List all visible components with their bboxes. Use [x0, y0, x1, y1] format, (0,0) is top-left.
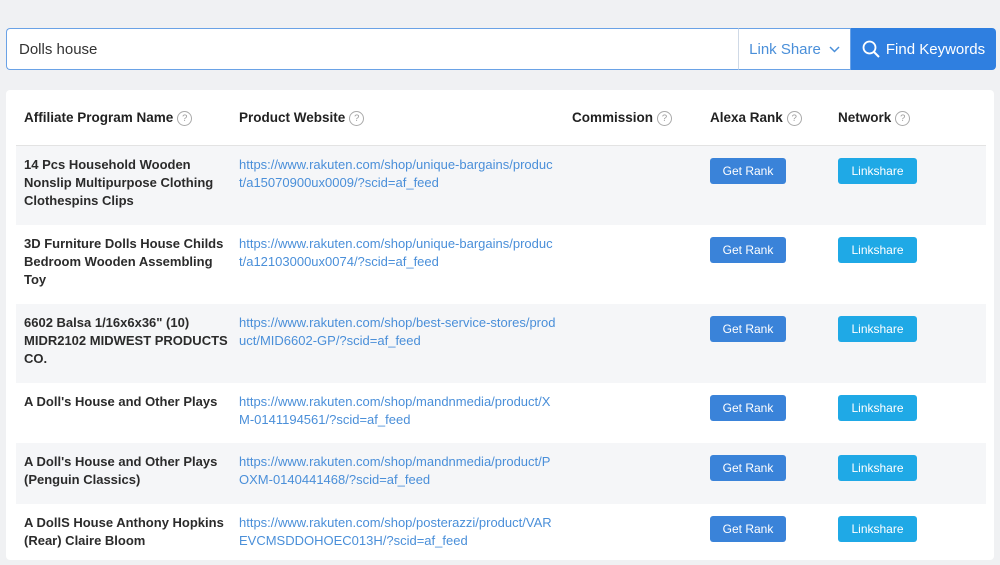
header-product-website: Product Website? — [231, 90, 564, 146]
product-link[interactable]: https://www.rakuten.com/shop/best-servic… — [231, 303, 564, 383]
header-alexa-rank: Alexa Rank? — [702, 90, 830, 146]
network-cell: Linkshare — [830, 225, 986, 304]
help-icon[interactable]: ? — [895, 110, 911, 126]
chevron-down-icon — [829, 45, 840, 53]
product-link[interactable]: https://www.rakuten.com/shop/posterazzi/… — [231, 504, 564, 565]
get-rank-button[interactable]: Get Rank — [710, 515, 786, 542]
table-row: A DollS House Anthony Hopkins (Rear) Cla… — [16, 504, 986, 565]
linkshare-button[interactable]: Linkshare — [838, 315, 917, 342]
help-icon[interactable]: ? — [657, 110, 673, 126]
rank-cell: Get Rank — [702, 303, 830, 383]
help-icon[interactable]: ? — [177, 110, 193, 126]
get-rank-button[interactable]: Get Rank — [710, 315, 786, 342]
program-name: A DollS House Anthony Hopkins (Rear) Cla… — [24, 514, 224, 548]
network-cell: Linkshare — [830, 145, 986, 225]
table-row: A Doll's House and Other Plays https://w… — [16, 383, 986, 443]
product-link[interactable]: https://www.rakuten.com/shop/unique-barg… — [231, 145, 564, 225]
get-rank-button[interactable]: Get Rank — [710, 158, 786, 184]
commission-value — [564, 442, 702, 504]
header-affiliate-program-name: Affiliate Program Name? — [16, 90, 231, 146]
rank-cell: Get Rank — [702, 504, 830, 565]
linkshare-button[interactable]: Linkshare — [838, 158, 917, 184]
program-name: 14 Pcs Household Wooden Nonslip Multipur… — [16, 145, 231, 225]
rank-cell: Get Rank — [702, 225, 830, 304]
rank-cell: Get Rank — [702, 145, 830, 225]
get-rank-button[interactable]: Get Rank — [710, 236, 786, 263]
commission-value — [564, 504, 702, 565]
table-row: 3D Furniture Dolls House Childs Bedroom … — [16, 225, 986, 304]
find-keywords-label: Find Keywords — [885, 40, 986, 58]
linkshare-button[interactable]: Linkshare — [838, 454, 917, 481]
table-row: A Doll's House and Other Plays (Penguin … — [16, 442, 986, 504]
results-table: Affiliate Program Name? Product Website?… — [16, 90, 986, 565]
network-select[interactable]: Link Share — [738, 28, 851, 70]
network-cell: Linkshare — [830, 383, 986, 443]
get-rank-button[interactable]: Get Rank — [710, 454, 786, 481]
commission-value — [564, 145, 702, 225]
search-bar: Link Share Find Keywords — [6, 28, 996, 70]
program-name: A Doll's House and Other Plays — [24, 393, 218, 409]
network-cell: Linkshare — [830, 504, 986, 565]
product-link[interactable]: https://www.rakuten.com/shop/unique-barg… — [231, 225, 564, 304]
find-keywords-button[interactable]: Find Keywords — [851, 28, 996, 70]
header-commission: Commission? — [564, 90, 702, 146]
commission-value — [564, 303, 702, 383]
header-network: Network? — [830, 90, 986, 146]
help-icon[interactable]: ? — [349, 110, 365, 126]
program-name: 6602 Balsa 1/16x6x36" (10) MIDR2102 MIDW… — [16, 303, 231, 383]
program-name: A Doll's House and Other Plays (Penguin … — [16, 442, 231, 504]
network-select-label: Link Share — [749, 40, 821, 58]
table-row: 14 Pcs Household Wooden Nonslip Multipur… — [16, 145, 986, 225]
product-link[interactable]: https://www.rakuten.com/shop/mandnmedia/… — [231, 383, 564, 443]
network-cell: Linkshare — [830, 303, 986, 383]
commission-value — [564, 383, 702, 443]
help-icon[interactable]: ? — [786, 110, 802, 126]
rank-cell: Get Rank — [702, 442, 830, 504]
table-row: 6602 Balsa 1/16x6x36" (10) MIDR2102 MIDW… — [16, 303, 986, 383]
rank-cell: Get Rank — [702, 383, 830, 443]
network-cell: Linkshare — [830, 442, 986, 504]
search-input[interactable] — [6, 28, 738, 70]
search-icon — [862, 40, 880, 58]
get-rank-button[interactable]: Get Rank — [710, 394, 786, 421]
results-panel: Affiliate Program Name? Product Website?… — [6, 90, 994, 560]
linkshare-button[interactable]: Linkshare — [838, 394, 917, 421]
linkshare-button[interactable]: Linkshare — [838, 236, 917, 263]
table-header-row: Affiliate Program Name? Product Website?… — [16, 90, 986, 146]
program-name: 3D Furniture Dolls House Childs Bedroom … — [24, 235, 224, 287]
linkshare-button[interactable]: Linkshare — [838, 515, 917, 542]
product-link[interactable]: https://www.rakuten.com/shop/mandnmedia/… — [231, 442, 564, 504]
commission-value — [564, 225, 702, 304]
